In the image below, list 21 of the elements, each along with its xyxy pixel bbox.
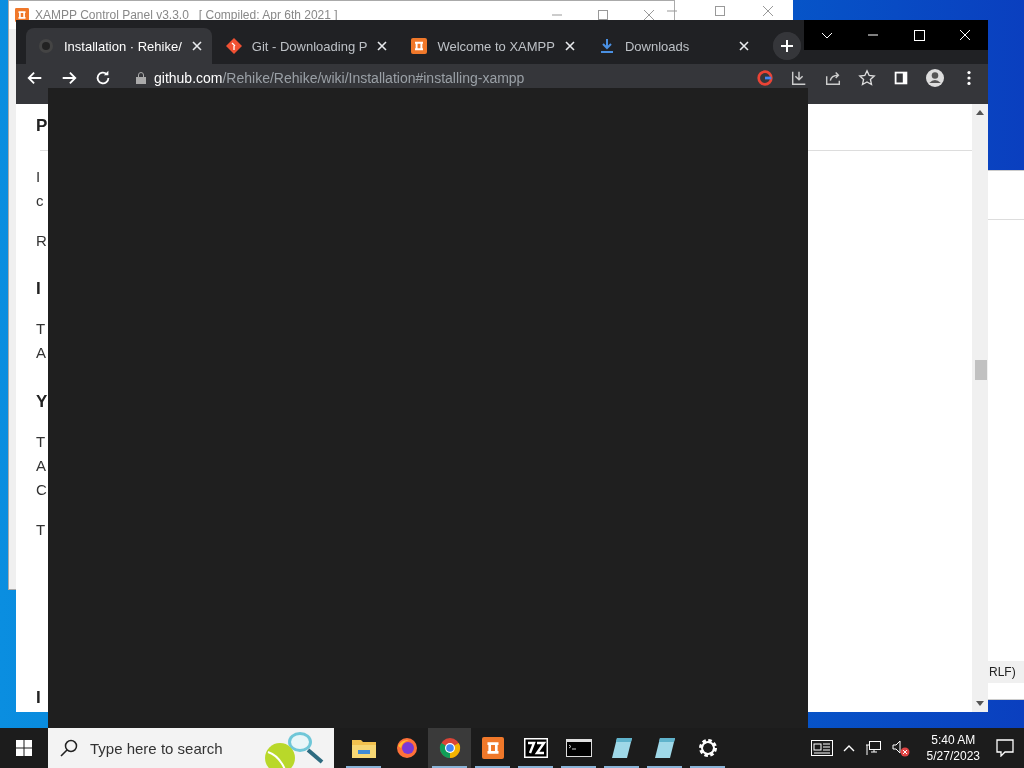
- page-heading: I: [36, 279, 41, 299]
- browser-tab[interactable]: Git - Downloading P: [213, 28, 398, 64]
- page-text: A: [36, 344, 46, 361]
- page-text: I: [36, 168, 41, 185]
- search-field[interactable]: Type here to search: [48, 728, 334, 768]
- page-heading: I: [36, 688, 41, 708]
- page-heading: P: [36, 116, 48, 136]
- browser-tab[interactable]: Welcome to XAMPP: [399, 28, 585, 64]
- page-text: C: [36, 481, 47, 498]
- url-text: github.com/Rehike/Rehike/wiki/Installation#installing-xampp: [154, 70, 525, 86]
- page-text: T: [36, 320, 46, 337]
- status-text: RLF): [989, 665, 1016, 679]
- page-text: c: [36, 192, 44, 209]
- clock[interactable]: 5:40 AM 5/27/2023: [926, 732, 980, 764]
- page-text: A: [36, 457, 46, 474]
- browser-tab[interactable]: Installation · Rehike/: [26, 28, 212, 64]
- browser-tab[interactable]: Downloads: [586, 28, 759, 64]
- page-text: R: [36, 232, 47, 249]
- page-text: T: [36, 433, 46, 450]
- page-heading: Y: [36, 392, 48, 412]
- page-text: T: [36, 521, 46, 538]
